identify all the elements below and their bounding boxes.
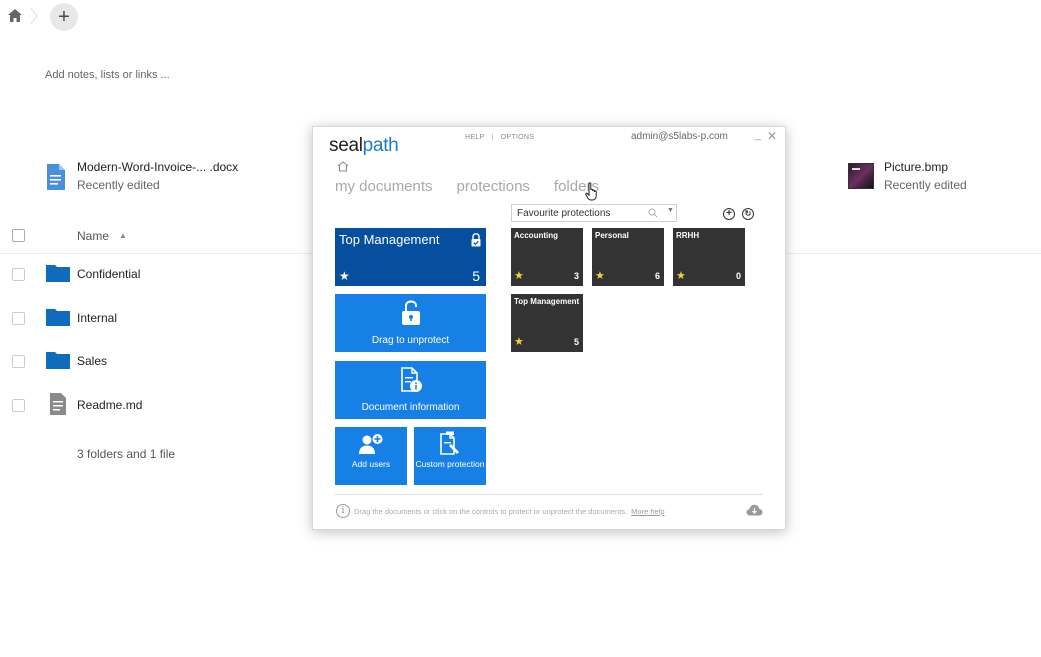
file-name[interactable]: Internal <box>77 311 117 325</box>
custom-protection-tile[interactable]: Custom protection <box>414 427 486 485</box>
document-info-icon <box>400 367 422 392</box>
protection-count: 0 <box>735 271 741 281</box>
folder-icon <box>46 352 70 369</box>
select-value: Favourite protections <box>517 208 611 219</box>
folder-icon <box>46 265 70 282</box>
footer-hint-text: Drag the documents or click on the contr… <box>354 507 628 516</box>
folder-icon <box>46 309 70 326</box>
star-icon: ★ <box>676 270 686 282</box>
unlock-icon <box>401 300 420 325</box>
footer-hint: Drag the documents or click on the contr… <box>354 507 665 516</box>
refresh-button[interactable]: ↻ <box>742 208 754 220</box>
chevron-down-icon: ▼ <box>667 207 674 214</box>
drag-to-unprotect-tile[interactable]: Drag to unprotect <box>335 294 486 352</box>
add-user-icon <box>359 434 383 454</box>
breadcrumb-bar: + <box>0 0 1041 34</box>
favourite-protections-select[interactable]: Favourite protections ▼ <box>511 204 677 222</box>
help-link[interactable]: HELP <box>465 134 485 141</box>
tile-label: Custom protection <box>415 459 485 469</box>
protection-count: 3 <box>573 271 579 281</box>
file-name[interactable]: Sales <box>77 354 107 368</box>
image-thumbnail <box>848 163 874 189</box>
search-icon <box>648 208 658 218</box>
tab-my-documents[interactable]: my documents <box>335 178 433 195</box>
protection-count: 5 <box>573 337 579 347</box>
tile-count: 5 <box>472 268 480 284</box>
recent-file-card[interactable]: Picture.bmp Recently edited <box>848 160 967 192</box>
dialog-links: HELP | OPTIONS <box>465 134 535 141</box>
protection-tile-personal[interactable]: Personal ★ 6 <box>592 228 664 286</box>
plus-icon: + <box>58 6 70 28</box>
document-information-tile[interactable]: Document information <box>335 361 486 419</box>
tile-label: Drag to unprotect <box>371 335 450 346</box>
recent-file-name: Picture.bmp <box>884 160 949 174</box>
protection-count: 6 <box>654 271 660 281</box>
recent-file-card[interactable]: Modern-Word-Invoice-... .docx Recently e… <box>45 160 238 192</box>
user-email: admin@s5labs-p.com <box>631 131 728 142</box>
star-icon: ★ <box>595 270 605 282</box>
tile-label: Add users <box>351 459 391 469</box>
new-button[interactable]: + <box>50 3 78 31</box>
document-icon <box>47 164 65 190</box>
protection-tile-accounting[interactable]: Accounting ★ 3 <box>511 228 583 286</box>
row-checkbox[interactable] <box>12 399 25 412</box>
close-button[interactable]: ✕ <box>767 129 777 143</box>
sort-ascending-icon: ▲ <box>119 231 127 240</box>
star-icon: ★ <box>339 269 350 283</box>
recent-file-status: Recently edited <box>77 178 160 192</box>
notes-input[interactable]: Add notes, lists or links ... <box>45 69 170 81</box>
row-checkbox[interactable] <box>12 355 25 368</box>
select-all-checkbox[interactable] <box>12 229 25 242</box>
hand-cursor-icon <box>585 182 597 201</box>
protection-name: RRHH <box>676 231 700 240</box>
protection-name: Top Management <box>514 297 580 306</box>
tab-protections[interactable]: protections <box>457 178 530 195</box>
home-icon[interactable] <box>337 161 349 172</box>
protection-tile-rrhh[interactable]: RRHH ★ 0 <box>673 228 745 286</box>
row-checkbox[interactable] <box>12 268 25 281</box>
chevron-right-icon <box>30 7 38 25</box>
lock-icon <box>471 233 481 247</box>
tile-title: Top Management <box>339 232 440 247</box>
text-file-icon <box>50 393 66 415</box>
cloud-icon[interactable] <box>746 504 763 516</box>
file-name[interactable]: Readme.md <box>77 398 142 412</box>
top-management-tile[interactable]: Top Management ★ 5 <box>335 228 486 286</box>
home-icon[interactable] <box>8 9 22 22</box>
recent-file-name: Modern-Word-Invoice-... .docx <box>77 160 239 174</box>
file-summary: 3 folders and 1 file <box>77 447 176 461</box>
dialog-tabs: my documents protections folders <box>335 178 599 195</box>
custom-protection-icon <box>440 431 459 455</box>
protection-name: Personal <box>595 231 629 240</box>
add-users-tile[interactable]: Add users <box>335 427 407 485</box>
name-column-header[interactable]: Name <box>77 229 109 243</box>
more-help-link[interactable]: More help <box>631 507 664 516</box>
tile-label: Document information <box>361 402 460 413</box>
protection-tile-top-management[interactable]: Top Management ★ 5 <box>511 294 583 352</box>
add-protection-button[interactable]: + <box>723 208 735 220</box>
minimize-button[interactable]: _ <box>755 129 761 141</box>
protection-name: Accounting <box>514 231 558 240</box>
row-checkbox[interactable] <box>12 312 25 325</box>
sealpath-dialog: sealpath HELP | OPTIONS admin@s5labs-p.com… <box>312 126 786 530</box>
recent-file-status: Recently edited <box>884 178 967 192</box>
sealpath-logo: sealpath <box>329 135 399 156</box>
star-icon: ★ <box>514 336 524 348</box>
info-icon: i <box>336 504 350 518</box>
star-icon: ★ <box>514 270 524 282</box>
divider <box>335 494 763 495</box>
options-link[interactable]: OPTIONS <box>501 134 535 141</box>
file-name[interactable]: Confidential <box>77 267 140 281</box>
